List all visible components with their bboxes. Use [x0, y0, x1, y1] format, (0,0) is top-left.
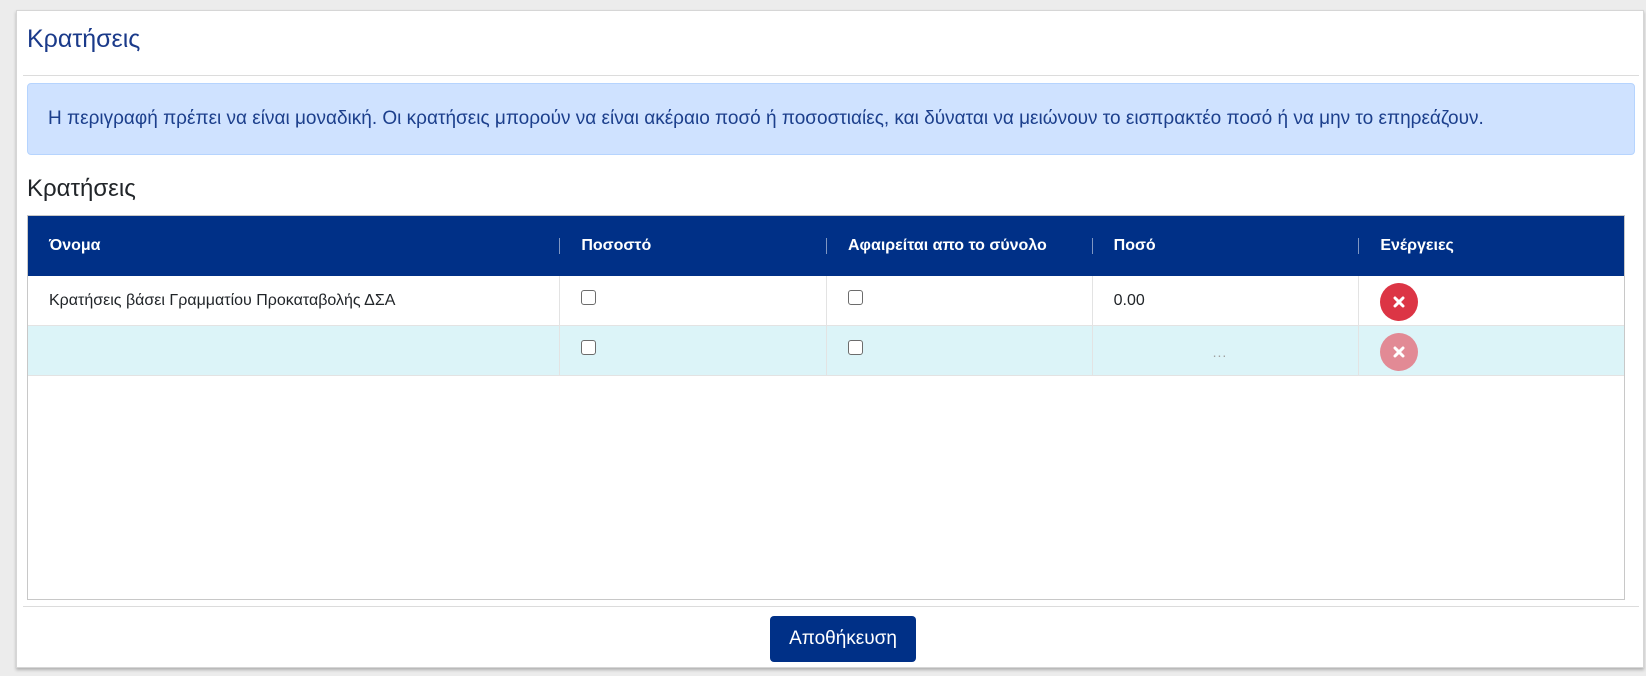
new-row-name-input[interactable] [28, 326, 561, 375]
cell-deducted [827, 276, 1093, 325]
deductions-grid: Όνομα Ποσοστό Αφαιρείται απο το σύνολο Π… [27, 215, 1625, 600]
cell-amount[interactable]: 0.00 [1093, 276, 1360, 325]
section-title: Κρατήσεις [27, 175, 136, 202]
new-row-amount-input[interactable]: ... [1093, 326, 1360, 375]
close-icon [1393, 346, 1405, 357]
grid-header: Όνομα Ποσοστό Αφαιρείται απο το σύνολο Π… [28, 216, 1624, 276]
deducted-checkbox[interactable] [847, 290, 863, 305]
footer-divider [23, 606, 1639, 607]
column-header-name[interactable]: Όνομα [28, 216, 561, 276]
new-row-percentage-cell [560, 326, 827, 375]
column-header-amount[interactable]: Ποσό [1093, 216, 1360, 276]
new-row[interactable]: ... [28, 326, 1624, 376]
delete-row-button[interactable] [1380, 282, 1419, 321]
new-row-deducted-cell [827, 326, 1093, 375]
table-row[interactable]: Κρατήσεις βάσει Γραμματίου Προκαταβολής … [28, 276, 1624, 326]
column-header-deducted[interactable]: Αφαιρείται απο το σύνολο [827, 216, 1093, 276]
new-row-percentage-checkbox[interactable] [581, 340, 597, 355]
page-title: Κρατήσεις [27, 25, 141, 53]
new-row-deducted-checkbox[interactable] [847, 340, 863, 355]
cell-percentage [560, 276, 827, 325]
new-row-delete-button[interactable] [1380, 332, 1419, 371]
cell-actions [1359, 276, 1624, 325]
amount-placeholder: ... [1212, 344, 1228, 360]
percentage-checkbox[interactable] [581, 290, 597, 305]
info-alert: Η περιγραφή πρέπει να είναι μοναδική. Οι… [27, 83, 1635, 155]
close-icon [1393, 296, 1405, 307]
deductions-card: Κρατήσεις Η περιγραφή πρέπει να είναι μο… [16, 10, 1644, 668]
cell-name[interactable]: Κρατήσεις βάσει Γραμματίου Προκαταβολής … [28, 276, 561, 325]
new-row-actions [1359, 326, 1624, 375]
title-divider [23, 75, 1639, 76]
save-button[interactable]: Αποθήκευση [770, 616, 916, 662]
column-header-percentage[interactable]: Ποσοστό [560, 216, 827, 276]
column-header-actions: Ενέργειες [1380, 237, 1454, 254]
